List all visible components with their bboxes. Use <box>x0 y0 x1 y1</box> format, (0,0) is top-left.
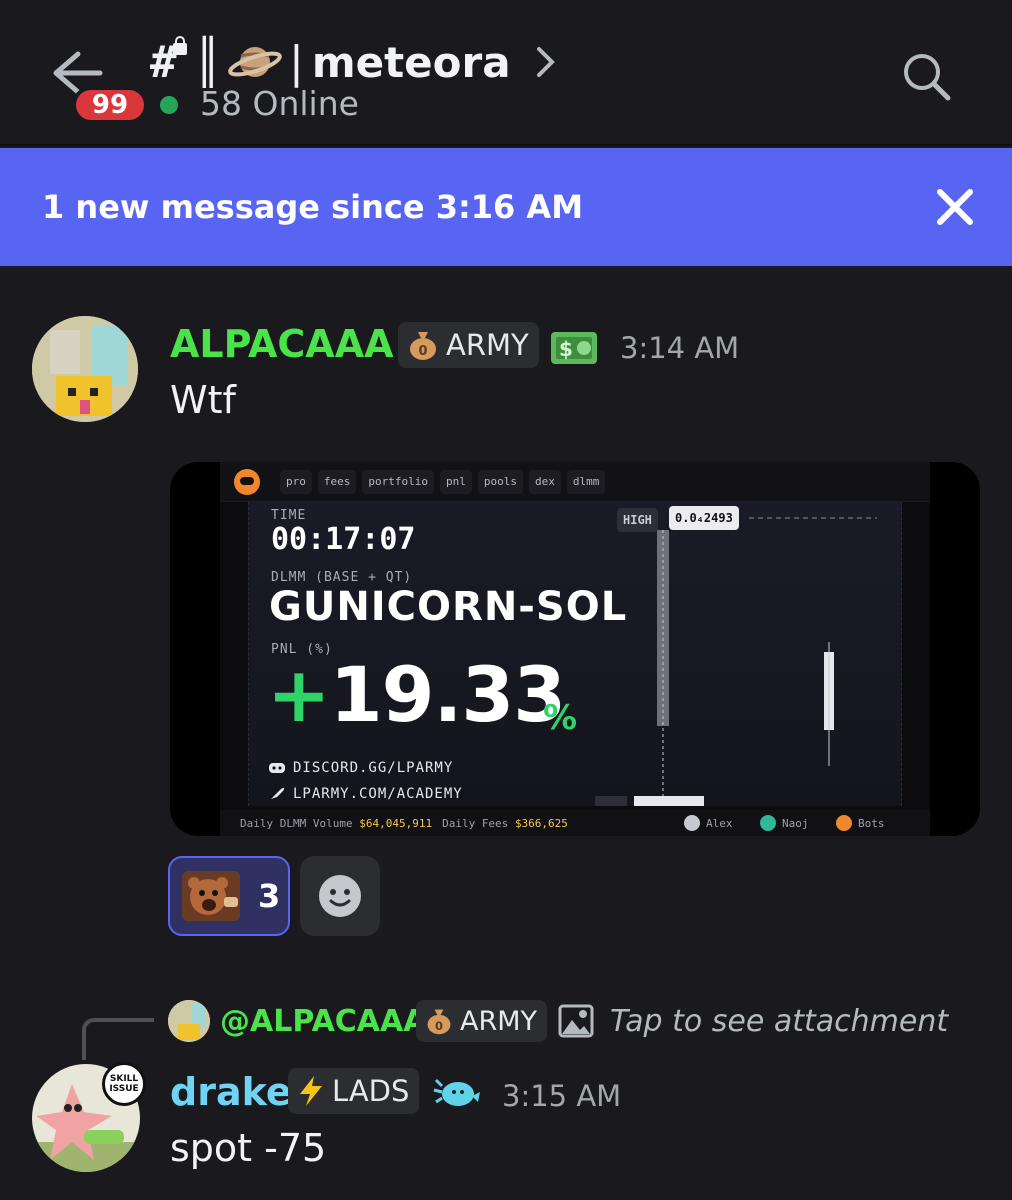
channel-separator-2: | <box>289 36 304 88</box>
search-icon[interactable] <box>900 50 952 102</box>
footer-user-name: Naoj <box>782 816 809 830</box>
fees-label: Daily Fees <box>442 816 509 830</box>
reply-connector <box>82 1018 154 1060</box>
role-tag[interactable]: 0 ARMY <box>398 322 539 368</box>
footer-user-name: Alex <box>706 816 733 830</box>
nav-item: dlmm <box>566 469 606 494</box>
message-content: Wtf <box>170 378 236 422</box>
bot-avatar-icon <box>836 815 852 831</box>
chevron-right-icon[interactable] <box>535 45 557 79</box>
lparmy-logo-icon <box>234 468 260 495</box>
user-avatar-icon <box>684 815 700 831</box>
skill-issue-badge: SKILL ISSUE <box>102 1062 146 1106</box>
svg-text:0: 0 <box>435 1019 443 1033</box>
user-avatar-icon <box>760 815 776 831</box>
fees-value: $366,625 <box>514 816 568 830</box>
add-reaction-smiley-icon <box>319 875 361 917</box>
message-author[interactable]: drake <box>170 1070 292 1114</box>
avatar[interactable] <box>32 316 138 422</box>
attachment-screenshot: pro fees portfolio pnl pools dex dlmm TI… <box>220 462 930 836</box>
new-messages-banner[interactable]: 1 new message since 3:16 AM <box>0 148 1012 266</box>
online-indicator-icon <box>160 96 178 114</box>
add-reaction-button[interactable] <box>300 856 380 936</box>
message-author[interactable]: ALPACAAA <box>170 322 394 366</box>
pixel-alpaca-avatar-icon <box>32 316 138 422</box>
svg-text:0: 0 <box>418 344 427 359</box>
image-attachment-icon <box>558 1004 594 1038</box>
attachment-nav: pro fees portfolio pnl pools dex dlmm <box>220 462 930 502</box>
nav-item: pools <box>477 469 523 494</box>
image-attachment[interactable]: pro fees portfolio pnl pools dex dlmm TI… <box>170 462 980 836</box>
role-tag[interactable]: LADS <box>288 1068 420 1114</box>
nav-item: pro <box>280 469 312 494</box>
message-timestamp: 3:15 AM <box>502 1079 622 1113</box>
message-timestamp: 3:14 AM <box>620 331 740 365</box>
pixel-alpaca-avatar-icon <box>168 1000 210 1042</box>
unread-badge: 99 <box>72 86 148 124</box>
channel-header: 99 # ║ | meteora 58 Online <box>0 0 1012 146</box>
axolotl-icon <box>433 1078 480 1106</box>
nav-item: portfolio <box>362 469 434 494</box>
nav-item: dex <box>528 469 561 494</box>
volume-value: $64,045,911 <box>359 816 433 830</box>
online-count: 58 Online <box>200 84 359 123</box>
attachment-footer: Daily DLMM Volume $64,045,911 Daily Fees… <box>220 810 930 836</box>
reply-preview-text[interactable]: Tap to see attachment <box>610 1004 948 1039</box>
role-tag-label: LADS <box>332 1074 410 1108</box>
ringed-planet-icon <box>228 47 282 77</box>
footer-user: Alex <box>684 815 733 831</box>
role-tag-label: ARMY <box>446 328 529 362</box>
nav-item: pnl <box>439 469 472 494</box>
locked-channel-icon: # <box>150 35 187 88</box>
money-bag-icon: 0 <box>410 332 436 360</box>
channel-separator: ║ <box>194 36 222 88</box>
lock-icon <box>172 35 187 55</box>
candlestick-chart <box>595 517 877 806</box>
reply-role-tag: 0 ARMY <box>416 1000 548 1042</box>
reaction-button[interactable]: 3 <box>168 856 290 936</box>
reply-mention[interactable]: @ALPACAAA <box>220 1004 426 1039</box>
footer-user: Bots <box>836 815 885 831</box>
close-icon[interactable] <box>934 186 976 228</box>
message-content: spot -75 <box>170 1126 327 1170</box>
reply-role-tag-label: ARMY <box>460 1005 538 1037</box>
channel-name: meteora <box>311 37 511 87</box>
volume-label: Daily DLMM Volume <box>240 816 353 830</box>
footer-user: Naoj <box>760 815 809 831</box>
banner-text: 1 new message since 3:16 AM <box>42 188 584 226</box>
money-bag-icon: 0 <box>427 1009 451 1035</box>
lightning-icon <box>300 1076 322 1106</box>
bear-emoji-icon <box>182 871 240 921</box>
reply-avatar[interactable] <box>168 1000 210 1042</box>
svg-text:$: $ <box>559 337 573 361</box>
footer-user-name: Bots <box>858 816 885 830</box>
pnl-card: TIME 00:17:07 DLMM (BASE + QT) GUNICORN-… <box>248 502 902 806</box>
nav-item: fees <box>317 469 357 494</box>
dollar-bill-icon: $ <box>551 332 597 364</box>
reaction-count: 3 <box>258 877 281 915</box>
